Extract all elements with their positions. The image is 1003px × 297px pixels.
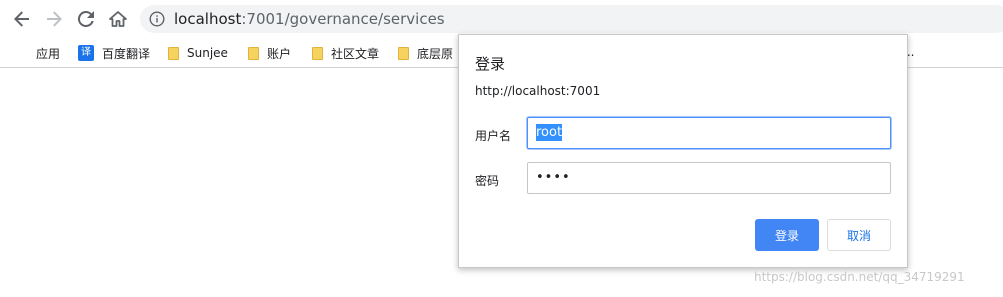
watermark: https://blog.csdn.net/qq_34719291 — [754, 270, 965, 284]
bookmark-item[interactable]: 社区文章 — [312, 43, 379, 63]
browser-toolbar: localhost:7001/governance/services — [0, 0, 1003, 37]
password-value: •••• — [536, 170, 571, 185]
dialog-origin: http://localhost:7001 — [475, 84, 601, 98]
bookmark-item[interactable]: 账户 — [248, 43, 291, 63]
home-button[interactable] — [105, 6, 131, 32]
dialog-title: 登录 — [475, 55, 506, 73]
url-text[interactable]: localhost:7001/governance/services — [174, 10, 445, 28]
address-bar[interactable]: localhost:7001/governance/services — [140, 5, 1003, 33]
password-field[interactable]: •••• — [527, 162, 891, 194]
login-button[interactable]: 登录 — [755, 219, 819, 251]
forward-icon — [47, 11, 62, 27]
login-dialog: 登录 http://localhost:7001 用户名 root 密码 •••… — [458, 34, 908, 268]
password-label: 密码 — [475, 174, 500, 188]
url-host: localhost — [174, 10, 242, 28]
reload-icon — [78, 11, 94, 27]
back-button[interactable] — [9, 6, 35, 32]
bookmark-item[interactable]: Sunjee — [168, 43, 228, 63]
bookmark-label: 底层原 — [417, 46, 454, 61]
apps-grid-icon — [14, 46, 28, 60]
translate-icon: 译 — [78, 45, 94, 61]
username-value: root — [536, 124, 563, 141]
bookmark-label: 社区文章 — [331, 46, 380, 61]
username-field[interactable]: root — [527, 117, 891, 149]
folder-icon — [248, 46, 259, 60]
back-icon — [14, 11, 29, 27]
reload-button[interactable] — [73, 6, 99, 32]
bookmark-label: 账户 — [267, 46, 292, 61]
folder-icon — [398, 46, 409, 60]
bookmark-label: Sunjee — [187, 46, 228, 60]
folder-icon — [312, 46, 323, 60]
url-path: :7001/governance/services — [241, 10, 445, 28]
bookmark-apps[interactable]: 应用 — [14, 43, 60, 63]
forward-button[interactable] — [41, 6, 67, 32]
bookmark-label: 百度翻译 — [102, 46, 151, 61]
bookmark-item[interactable]: 译 百度翻译 — [78, 43, 150, 63]
folder-icon — [168, 46, 179, 60]
bookmark-item[interactable]: 底层原 — [398, 43, 453, 63]
username-label: 用户名 — [475, 129, 512, 143]
bookmark-label: 应用 — [36, 46, 61, 61]
info-icon[interactable] — [149, 11, 165, 27]
home-icon — [109, 11, 127, 27]
cancel-button[interactable]: 取消 — [827, 219, 891, 251]
